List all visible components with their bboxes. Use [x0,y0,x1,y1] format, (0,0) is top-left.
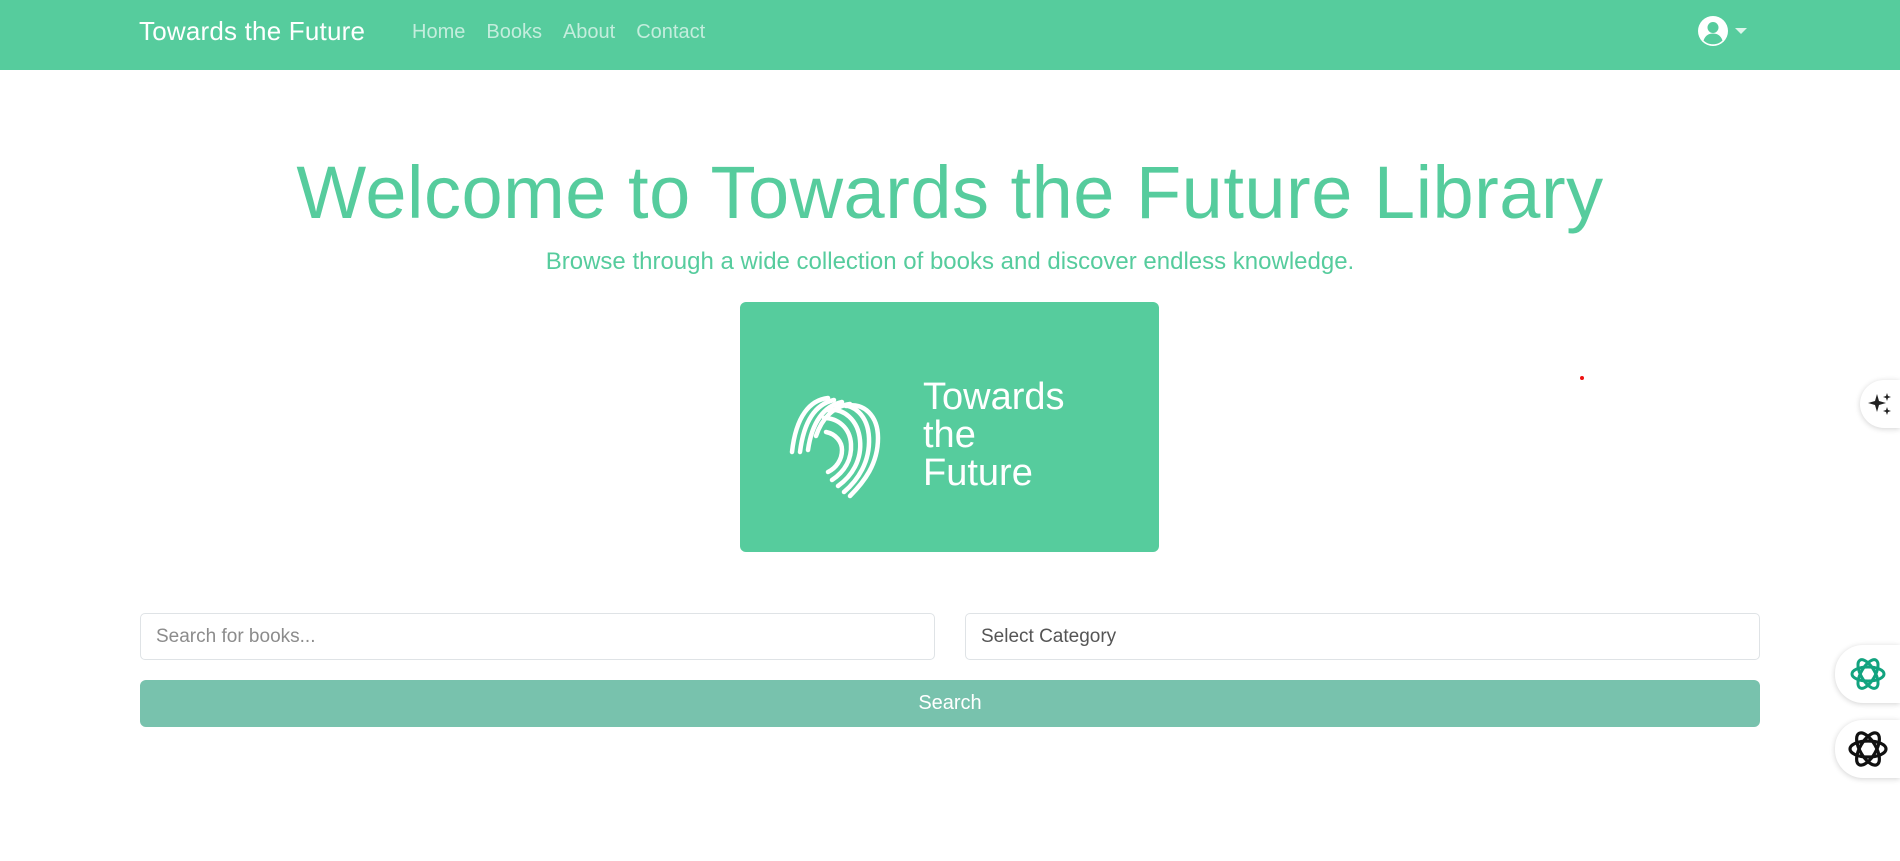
nav-links: Home Books About Contact [412,21,726,44]
page-subtitle: Browse through a wide collection of book… [545,248,1355,275]
user-menu-dropdown[interactable] [1697,15,1747,47]
nav-link-home[interactable]: Home [412,21,465,44]
library-logo: Towards the Future [740,302,1159,552]
sparkle-widget-button[interactable] [1860,380,1900,428]
brand-link[interactable]: Towards the Future [139,16,365,47]
wave-logo-icon [789,395,881,499]
logo-line-1: Towards [923,376,1065,418]
logo-wordmark: Towards the Future [923,378,1065,492]
logo-line-3: Future [923,452,1033,494]
category-select-value: Select Category [981,625,1117,647]
page-title: Welcome to Towards the Future Library [296,151,1604,234]
sparkle-icon [1868,393,1891,415]
nav-link-books[interactable]: Books [486,21,542,44]
search-button[interactable]: Search [140,680,1760,727]
navbar: Towards the Future Home Books About Cont… [0,0,1900,70]
chevron-down-icon [1735,28,1747,34]
cursor-dot [1580,376,1584,380]
user-circle-icon [1698,16,1728,46]
chatgpt-black-icon [1847,731,1888,767]
nav-link-about[interactable]: About [563,21,615,44]
chatgpt-widget-button[interactable] [1835,645,1900,703]
logo-line-2: the [923,414,976,456]
chatgpt-green-icon [1850,658,1885,690]
openai-widget-button[interactable] [1835,720,1900,778]
search-input[interactable] [140,613,935,660]
category-select[interactable]: Select Category [965,613,1760,660]
nav-link-contact[interactable]: Contact [636,21,705,44]
